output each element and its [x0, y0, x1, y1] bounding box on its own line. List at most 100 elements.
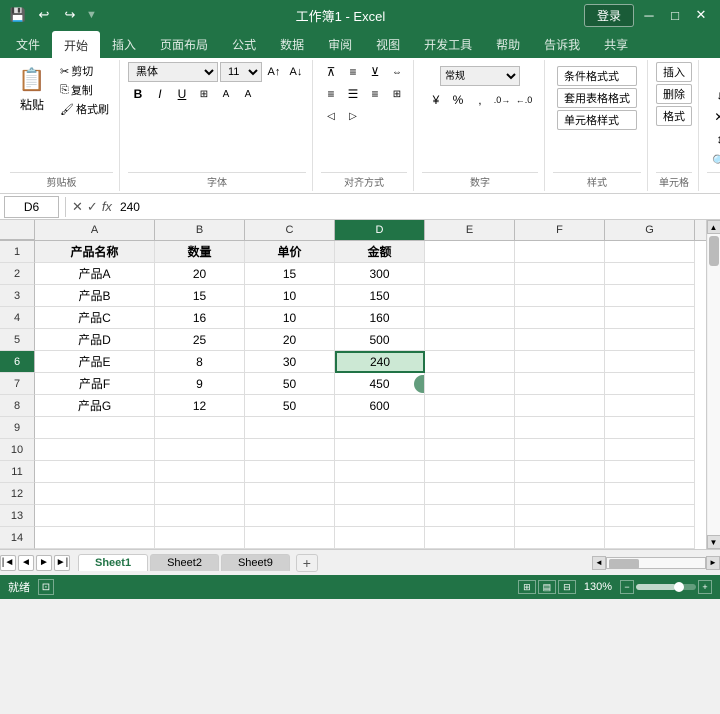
cell-g7[interactable] [605, 373, 695, 395]
cell-a11[interactable] [35, 461, 155, 483]
cell-c9[interactable] [245, 417, 335, 439]
cell-b11[interactable] [155, 461, 245, 483]
tab-formula[interactable]: 公式 [220, 30, 268, 58]
percent-button[interactable]: % [448, 90, 468, 110]
cell-g2[interactable] [605, 263, 695, 285]
cell-d13[interactable] [335, 505, 425, 527]
col-header-e[interactable]: E [425, 220, 515, 240]
cell-b5[interactable]: 25 [155, 329, 245, 351]
sheet-last-button[interactable]: ►| [54, 555, 70, 571]
cell-c12[interactable] [245, 483, 335, 505]
quick-access-more[interactable]: ▼ [86, 9, 97, 21]
cell-g14[interactable] [605, 527, 695, 549]
cell-b9[interactable] [155, 417, 245, 439]
font-color-button[interactable]: A [238, 84, 258, 104]
cell-c7[interactable]: 50 [245, 373, 335, 395]
minimize-button[interactable]: ─ [638, 4, 660, 26]
page-break-button[interactable]: ⊟ [558, 580, 576, 594]
cell-b12[interactable] [155, 483, 245, 505]
zoom-in-button[interactable]: + [698, 580, 712, 594]
cell-e2[interactable] [425, 263, 515, 285]
fill-button[interactable]: ↓填充 [711, 84, 720, 104]
scroll-down-button[interactable]: ▼ [707, 535, 720, 549]
cell-c2[interactable]: 15 [245, 263, 335, 285]
row-num-2[interactable]: 2 [0, 263, 35, 285]
cell-d5[interactable]: 500 [335, 329, 425, 351]
cell-e12[interactable] [425, 483, 515, 505]
formula-input[interactable] [116, 196, 716, 218]
format-painter-button[interactable]: 🖌 格式刷 [56, 100, 113, 118]
insert-function-icon[interactable]: fx [102, 199, 112, 214]
clear-button[interactable]: ✕清除 [709, 106, 720, 126]
tab-page-layout[interactable]: 页面布局 [148, 30, 220, 58]
maximize-button[interactable]: □ [664, 4, 686, 26]
align-middle-button[interactable]: ≡ [343, 62, 363, 82]
align-top-button[interactable]: ⊼ [321, 62, 341, 82]
tab-data[interactable]: 数据 [268, 30, 316, 58]
cell-e10[interactable] [425, 439, 515, 461]
wrap-text-button[interactable]: ⇔ [387, 62, 407, 82]
number-format-selector[interactable]: 常规 [440, 66, 520, 86]
indent-increase-button[interactable]: ▷ [343, 106, 363, 126]
tab-help[interactable]: 帮助 [484, 30, 532, 58]
cell-c3[interactable]: 10 [245, 285, 335, 307]
cell-d3[interactable]: 150 [335, 285, 425, 307]
cell-a7[interactable]: 产品F [35, 373, 155, 395]
hscroll-track[interactable] [606, 557, 706, 569]
cell-a3[interactable]: 产品B [35, 285, 155, 307]
zoom-slider-thumb[interactable] [674, 582, 684, 592]
cell-e1[interactable] [425, 241, 515, 263]
cell-b4[interactable]: 16 [155, 307, 245, 329]
find-button[interactable]: 🔍查找 [707, 150, 720, 170]
cell-d2[interactable]: 300 [335, 263, 425, 285]
cell-f2[interactable] [515, 263, 605, 285]
cell-c5[interactable]: 20 [245, 329, 335, 351]
accessibility-button[interactable]: ⊡ [38, 579, 54, 595]
tab-share[interactable]: 共享 [592, 30, 640, 58]
cell-b3[interactable]: 15 [155, 285, 245, 307]
cell-b10[interactable] [155, 439, 245, 461]
zoom-slider[interactable] [636, 584, 696, 590]
cell-d4[interactable]: 160 [335, 307, 425, 329]
font-size-selector[interactable]: 11 [220, 62, 262, 82]
scroll-up-button[interactable]: ▲ [707, 220, 720, 234]
format-cells-button[interactable]: 格式 [656, 106, 692, 126]
cancel-formula-icon[interactable]: ✕ [72, 199, 83, 215]
cell-g11[interactable] [605, 461, 695, 483]
cell-c6[interactable]: 30 [245, 351, 335, 373]
row-num-9[interactable]: 9 [0, 417, 35, 439]
cell-f1[interactable] [515, 241, 605, 263]
cell-e7[interactable] [425, 373, 515, 395]
delete-cells-button[interactable]: 删除 [656, 84, 692, 104]
cell-d6[interactable]: 240 [335, 351, 425, 373]
cell-b8[interactable]: 12 [155, 395, 245, 417]
row-num-1[interactable]: 1 [0, 241, 35, 263]
cell-b2[interactable]: 20 [155, 263, 245, 285]
cell-d10[interactable] [335, 439, 425, 461]
underline-button[interactable]: U [172, 84, 192, 104]
sheet-tab-sheet1[interactable]: Sheet1 [78, 554, 148, 571]
cell-f13[interactable] [515, 505, 605, 527]
cell-a9[interactable] [35, 417, 155, 439]
sheet-prev-button[interactable]: ◄ [18, 555, 34, 571]
scroll-track[interactable] [708, 234, 720, 535]
font-increase-button[interactable]: A↑ [264, 62, 284, 82]
row-num-3[interactable]: 3 [0, 285, 35, 307]
cell-a12[interactable] [35, 483, 155, 505]
cell-g8[interactable] [605, 395, 695, 417]
cell-e11[interactable] [425, 461, 515, 483]
sheet-tab-sheet2[interactable]: Sheet2 [150, 554, 219, 571]
cell-c14[interactable] [245, 527, 335, 549]
tab-view[interactable]: 视图 [364, 30, 412, 58]
row-num-8[interactable]: 8 [0, 395, 35, 417]
fill-color-button[interactable]: A [216, 84, 236, 104]
hscroll-right-button[interactable]: ► [706, 556, 720, 570]
sheet-tab-sheet9[interactable]: Sheet9 [221, 554, 290, 571]
cell-e6[interactable] [425, 351, 515, 373]
cell-f5[interactable] [515, 329, 605, 351]
cell-d1[interactable]: 金额 [335, 241, 425, 263]
row-num-10[interactable]: 10 [0, 439, 35, 461]
row-num-11[interactable]: 11 [0, 461, 35, 483]
cell-e14[interactable] [425, 527, 515, 549]
cell-a14[interactable] [35, 527, 155, 549]
